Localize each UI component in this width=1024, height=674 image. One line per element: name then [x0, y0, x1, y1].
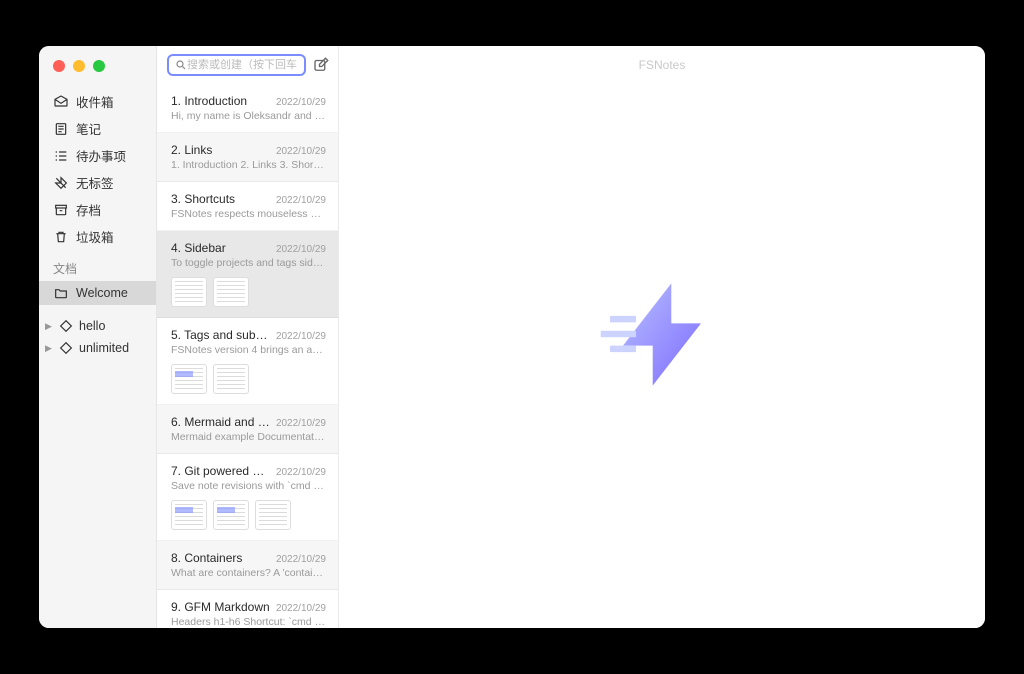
archive-icon — [53, 202, 69, 218]
note-item[interactable]: 3. Shortcuts 2022/10/29 FSNotes respects … — [157, 182, 338, 231]
note-preview: Headers h1-h6 Shortcut: `cmd + 1-6` — [171, 616, 326, 628]
sidebar-item-label: 笔记 — [76, 119, 101, 138]
note-title: 4. Sidebar — [171, 241, 270, 255]
note-date: 2022/10/29 — [276, 418, 326, 429]
note-title: 5. Tags and subtags — [171, 328, 270, 342]
note-title: 9. GFM Markdown — [171, 600, 270, 614]
note-item[interactable]: 2. Links 2022/10/29 1. Introduction 2. Li… — [157, 133, 338, 182]
thumbnail-icon — [171, 277, 207, 307]
sidebar-section-documents: 文档 — [39, 250, 156, 281]
sidebar-item-label: 待办事项 — [76, 146, 126, 165]
sidebar-item-label: 垃圾箱 — [76, 227, 114, 246]
sidebar-item-trash[interactable]: 垃圾箱 — [39, 223, 156, 250]
sidebar-item-inbox[interactable]: 收件箱 — [39, 88, 156, 115]
thumbnail-icon — [213, 277, 249, 307]
tag-icon — [58, 318, 74, 334]
zoom-icon[interactable] — [93, 60, 105, 72]
sidebar-tag-unlimited[interactable]: ▶ unlimited — [39, 337, 156, 359]
inbox-icon — [53, 94, 69, 110]
editor-area: FSNotes — [339, 46, 985, 628]
note-title: 6. Mermaid and M... — [171, 415, 270, 429]
thumbnail-icon — [213, 364, 249, 394]
sidebar-tag-label: hello — [79, 319, 105, 333]
chevron-right-icon: ▶ — [45, 343, 53, 354]
note-title: 2. Links — [171, 143, 270, 157]
note-date: 2022/10/29 — [276, 554, 326, 565]
tag-icon — [58, 340, 74, 356]
note-date: 2022/10/29 — [276, 331, 326, 342]
untagged-icon — [53, 175, 69, 191]
note-preview: FSNotes version 4 brings an amazing — [171, 344, 326, 356]
note-list-header — [157, 46, 338, 84]
thumbnail-icon — [171, 364, 207, 394]
search-input[interactable] — [187, 59, 298, 71]
note-preview: Save note revisions with `cmd + s` — [171, 480, 326, 492]
chevron-right-icon: ▶ — [45, 321, 53, 332]
note-thumbnails — [171, 500, 326, 530]
note-preview: 1. Introduction 2. Links 3. Shortcuts — [171, 159, 326, 171]
note-preview: FSNotes respects mouseless usage, — [171, 208, 326, 220]
folder-icon — [53, 285, 69, 301]
sidebar-item-archive[interactable]: 存档 — [39, 196, 156, 223]
thumbnail-icon — [255, 500, 291, 530]
note-item[interactable]: 4. Sidebar 2022/10/29 To toggle projects … — [157, 231, 338, 318]
note-preview: What are containers? A 'container' is — [171, 567, 326, 579]
sidebar-folder-label: Welcome — [76, 286, 128, 300]
note-preview: Hi, my name is Oleksandr and I am — [171, 110, 326, 122]
minimize-icon[interactable] — [73, 60, 85, 72]
note-date: 2022/10/29 — [276, 97, 326, 108]
note-date: 2022/10/29 — [276, 195, 326, 206]
note-icon — [53, 121, 69, 137]
note-date: 2022/10/29 — [276, 146, 326, 157]
note-preview: To toggle projects and tags sidebar — [171, 257, 326, 269]
note-item[interactable]: 7. Git powered ver... 2022/10/29 Save not… — [157, 454, 338, 541]
close-icon[interactable] — [53, 60, 65, 72]
thumbnail-icon — [213, 500, 249, 530]
trash-icon — [53, 229, 69, 245]
note-item[interactable]: 5. Tags and subtags 2022/10/29 FSNotes ve… — [157, 318, 338, 405]
note-title: 1. Introduction — [171, 94, 270, 108]
thumbnail-icon — [171, 500, 207, 530]
note-item[interactable]: 1. Introduction 2022/10/29 Hi, my name is… — [157, 84, 338, 133]
note-thumbnails — [171, 364, 326, 394]
note-thumbnails — [171, 277, 326, 307]
search-icon — [175, 59, 187, 71]
note-list: 1. Introduction 2022/10/29 Hi, my name is… — [157, 46, 339, 628]
app-window: 收件箱 笔记 待办事项 无标签 存档 — [39, 46, 985, 628]
sidebar-tag-hello[interactable]: ▶ hello — [39, 315, 156, 337]
sidebar-item-notes[interactable]: 笔记 — [39, 115, 156, 142]
sidebar-item-todo[interactable]: 待办事项 — [39, 142, 156, 169]
todo-icon — [53, 148, 69, 164]
sidebar: 收件箱 笔记 待办事项 无标签 存档 — [39, 46, 157, 628]
note-title: 8. Containers — [171, 551, 270, 565]
note-date: 2022/10/29 — [276, 467, 326, 478]
search-input-wrap[interactable] — [167, 54, 306, 76]
app-logo-icon — [597, 270, 727, 405]
sidebar-item-untagged[interactable]: 无标签 — [39, 169, 156, 196]
note-preview: Mermaid example Documentation: — [171, 431, 326, 443]
sidebar-item-label: 无标签 — [76, 173, 114, 192]
sidebar-item-label: 存档 — [76, 200, 101, 219]
sidebar-tag-label: unlimited — [79, 341, 129, 355]
note-date: 2022/10/29 — [276, 603, 326, 614]
notes-scroll[interactable]: 1. Introduction 2022/10/29 Hi, my name is… — [157, 84, 338, 628]
note-item[interactable]: 8. Containers 2022/10/29 What are contain… — [157, 541, 338, 590]
compose-icon[interactable] — [312, 56, 330, 74]
sidebar-folder-welcome[interactable]: Welcome — [39, 281, 156, 305]
note-item[interactable]: 9. GFM Markdown 2022/10/29 Headers h1-h6 … — [157, 590, 338, 628]
app-title: FSNotes — [339, 58, 985, 72]
window-controls — [53, 60, 105, 72]
note-title: 3. Shortcuts — [171, 192, 270, 206]
note-date: 2022/10/29 — [276, 244, 326, 255]
note-item[interactable]: 6. Mermaid and M... 2022/10/29 Mermaid ex… — [157, 405, 338, 454]
note-title: 7. Git powered ver... — [171, 464, 270, 478]
sidebar-item-label: 收件箱 — [76, 92, 114, 111]
